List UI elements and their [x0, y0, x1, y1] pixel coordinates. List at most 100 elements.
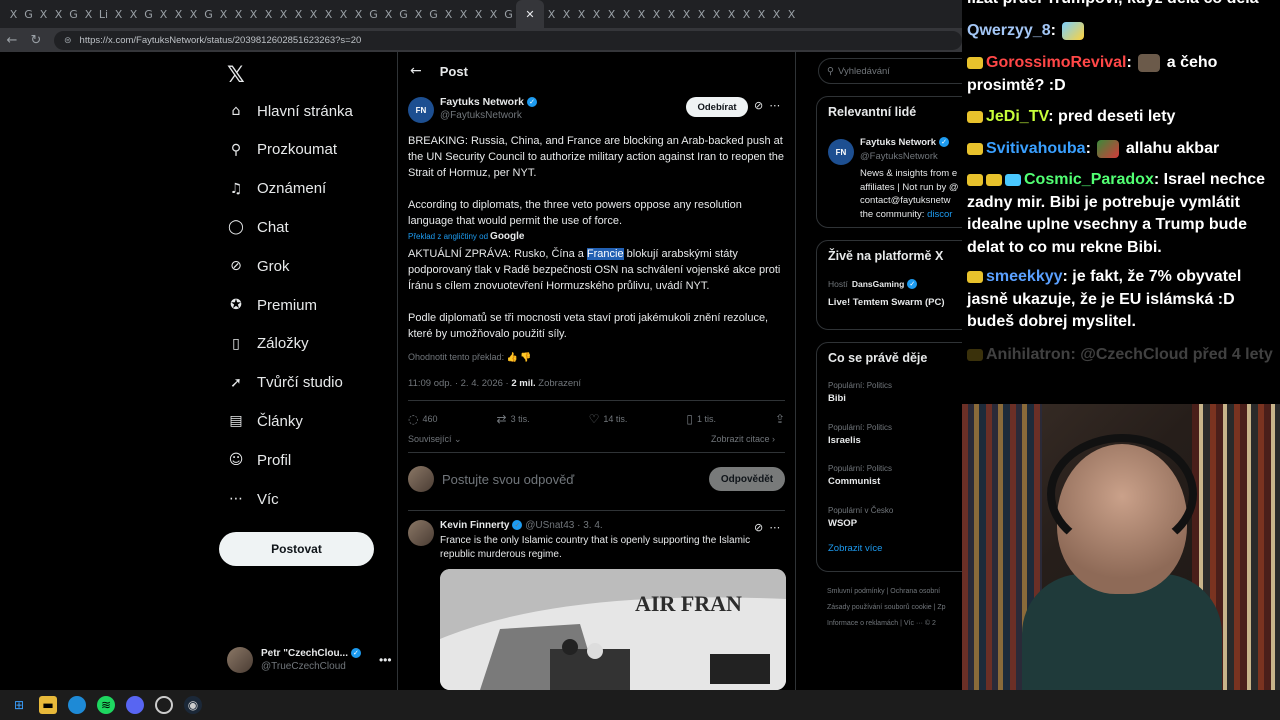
browser-tab[interactable]: X: [186, 0, 201, 28]
browser-tab[interactable]: X: [351, 0, 366, 28]
browser-tab[interactable]: X: [441, 0, 456, 28]
browser-tab[interactable]: X: [634, 0, 649, 28]
reply-input[interactable]: Postujte svou odpověď: [442, 472, 709, 487]
follow-button[interactable]: Odebírat: [686, 97, 748, 117]
browser-tab[interactable]: X: [679, 0, 694, 28]
browser-tab[interactable]: X: [156, 0, 171, 28]
browser-tab[interactable]: X: [246, 0, 261, 28]
browser-tab[interactable]: X: [471, 0, 486, 28]
browser-tab[interactable]: X: [6, 0, 21, 28]
browser-tab[interactable]: X: [664, 0, 679, 28]
url-field[interactable]: ⊜ https://x.com/FaytuksNetwork/status/20…: [54, 30, 962, 50]
bio-link[interactable]: discor: [927, 209, 952, 220]
trend-item[interactable]: Populární v Česko WSOP: [828, 506, 893, 529]
footer-links[interactable]: Smluvní podmínky | Ochrana osobní: [827, 588, 940, 595]
x-logo-icon[interactable]: 𝕏: [227, 62, 245, 88]
browser-tab[interactable]: X: [709, 0, 724, 28]
spotify-icon[interactable]: ≋: [97, 696, 115, 714]
reply-author[interactable]: Kevin Finnerty ✓ @USnat43 · 3. 4.: [440, 520, 603, 531]
trend-item[interactable]: Populární: Politics Bibi: [828, 381, 892, 404]
browser-tab[interactable]: X: [171, 0, 186, 28]
reply-avatar[interactable]: [408, 520, 434, 546]
browser-tab[interactable]: X: [321, 0, 336, 28]
browser-tab[interactable]: X: [261, 0, 276, 28]
browser-tab[interactable]: Li: [96, 0, 111, 28]
browser-tab[interactable]: G: [141, 0, 156, 28]
browser-tab[interactable]: X: [411, 0, 426, 28]
reply-button[interactable]: Odpovědět: [709, 467, 785, 491]
account-switcher[interactable]: Petr "CzechClou... ✓ @TrueCzechCloud •••: [227, 640, 397, 680]
browser-tab[interactable]: X: [486, 0, 501, 28]
browser-tab[interactable]: X: [111, 0, 126, 28]
nav-item-more[interactable]: ⋯ Víc: [227, 484, 279, 514]
browser-tab[interactable]: X: [559, 0, 574, 28]
reply-image[interactable]: AIR FRAN: [440, 569, 786, 690]
browser-tab[interactable]: X: [739, 0, 754, 28]
thumb-down-icon[interactable]: 👎: [520, 352, 531, 362]
windows-icon[interactable]: ⊞: [10, 696, 28, 714]
nav-item-rocket[interactable]: ➚ Tvůrčí studio: [227, 368, 343, 398]
browser-tab[interactable]: X: [51, 0, 66, 28]
browser-tab[interactable]: X: [456, 0, 471, 28]
browser-tab[interactable]: G: [396, 0, 411, 28]
show-more-link[interactable]: Zobrazit více: [828, 543, 882, 554]
browser-tab[interactable]: ✕: [516, 0, 544, 28]
view-quotes-link[interactable]: Zobrazit citace ›: [711, 434, 775, 444]
person-name[interactable]: Faytuks Network ✓: [860, 137, 950, 148]
browser-tab[interactable]: X: [381, 0, 396, 28]
nav-item-search[interactable]: ⚲ Prozkoumat: [227, 135, 337, 165]
browser-tab[interactable]: X: [724, 0, 739, 28]
footer-links[interactable]: Informace o reklamách | Víc ··· © 2: [827, 620, 936, 627]
nav-item-home[interactable]: ⌂ Hlavní stránka: [227, 96, 353, 126]
browser-tab[interactable]: X: [754, 0, 769, 28]
related-link[interactable]: Související ⌄: [408, 434, 462, 445]
browser-tab[interactable]: X: [306, 0, 321, 28]
nav-item-bookmark[interactable]: ▯ Záložky: [227, 329, 309, 359]
reload-icon[interactable]: ↻: [24, 33, 48, 48]
trend-item[interactable]: Populární: Politics Communist: [828, 464, 892, 487]
browser-tab[interactable]: G: [426, 0, 441, 28]
site-info-icon[interactable]: ⊜: [64, 35, 72, 46]
browser-tab[interactable]: X: [574, 0, 589, 28]
avatar[interactable]: FN: [828, 139, 854, 165]
nav-item-bell[interactable]: ♫ Oznámení: [227, 174, 326, 204]
browser-tab[interactable]: X: [216, 0, 231, 28]
more-icon[interactable]: ⋯: [769, 521, 786, 534]
edge-icon[interactable]: [68, 696, 86, 714]
browser-tab[interactable]: X: [231, 0, 246, 28]
browser-tab[interactable]: X: [81, 0, 96, 28]
browser-tab[interactable]: X: [291, 0, 306, 28]
trend-item[interactable]: Populární: Politics Israelis: [828, 423, 892, 446]
browser-tab[interactable]: G: [201, 0, 216, 28]
steam-icon[interactable]: ◉: [184, 696, 202, 714]
browser-tab[interactable]: G: [501, 0, 516, 28]
footer-links[interactable]: Zásady používání souborů cookie | Zp: [827, 604, 946, 611]
browser-tab[interactable]: X: [769, 0, 784, 28]
nav-item-articles[interactable]: ▤ Články: [227, 406, 302, 436]
repost-action[interactable]: ⇄ 3 tis.: [497, 412, 530, 426]
browser-tab[interactable]: X: [784, 0, 799, 28]
grok-icon[interactable]: ⊘: [754, 99, 769, 112]
person-handle[interactable]: @FaytuksNetwork: [860, 151, 938, 162]
reply-action[interactable]: ◌ 460: [408, 412, 438, 426]
like-action[interactable]: ♡ 14 tis.: [589, 412, 628, 426]
browser-tab[interactable]: G: [66, 0, 81, 28]
live-card[interactable]: Živě na platformě X Hostí DansGaming ✓ Liv…: [816, 240, 962, 330]
obs-icon[interactable]: [155, 696, 173, 714]
browser-tab[interactable]: X: [589, 0, 604, 28]
browser-tab[interactable]: X: [604, 0, 619, 28]
browser-tab[interactable]: G: [366, 0, 381, 28]
back-arrow-icon[interactable]: ←: [410, 63, 422, 79]
back-icon[interactable]: ←: [0, 33, 24, 48]
live-stream-title[interactable]: Live! Temtem Swarm (PC): [828, 297, 945, 308]
browser-tab[interactable]: X: [276, 0, 291, 28]
browser-tab[interactable]: X: [36, 0, 51, 28]
author-handle[interactable]: @FaytuksNetwork: [440, 110, 522, 121]
nav-item-premium[interactable]: ✪ Premium: [227, 290, 317, 320]
search-input[interactable]: ⚲ Vyhledávání: [818, 58, 962, 84]
browser-tab[interactable]: G: [21, 0, 36, 28]
browser-tab[interactable]: X: [544, 0, 559, 28]
explorer-icon[interactable]: ▬: [39, 696, 57, 714]
author-avatar[interactable]: FN: [408, 97, 434, 123]
nav-item-grok[interactable]: ⊘ Grok: [227, 251, 289, 281]
